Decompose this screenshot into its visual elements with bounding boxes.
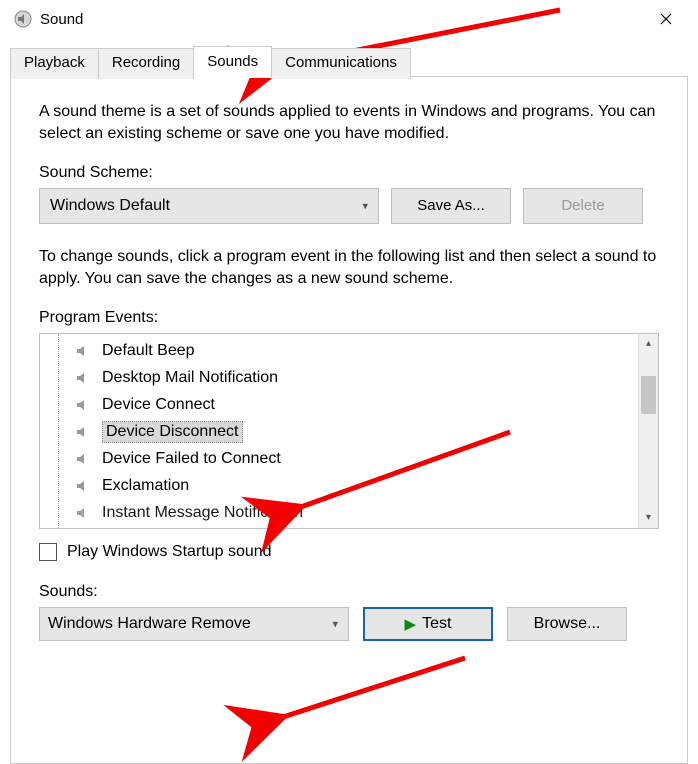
sounds-label: Sounds:: [39, 583, 659, 601]
tab-strip: Playback Recording Sounds Communications: [10, 46, 698, 77]
event-item[interactable]: Device Failed to Connect: [40, 446, 638, 473]
scroll-down-button[interactable]: ▾: [639, 508, 658, 528]
event-label: Desktop Mail Notification: [102, 369, 278, 387]
sound-icon: [74, 371, 94, 385]
sound-icon: [74, 425, 94, 439]
event-label: Default Beep: [102, 342, 195, 360]
close-button[interactable]: [646, 4, 686, 34]
event-item[interactable]: Desktop Mail Notification: [40, 365, 638, 392]
program-events-list[interactable]: Default Beep Desktop Mail Notification D…: [39, 333, 659, 529]
change-description: To change sounds, click a program event …: [39, 246, 659, 291]
save-as-button[interactable]: Save As...: [391, 188, 511, 224]
event-item[interactable]: Device Connect: [40, 392, 638, 419]
tab-communications[interactable]: Communications: [271, 48, 411, 79]
tab-recording[interactable]: Recording: [98, 48, 194, 79]
event-item[interactable]: Default Beep: [40, 338, 638, 365]
sound-icon: [74, 479, 94, 493]
event-item[interactable]: Instant Message Notification: [40, 500, 638, 527]
titlebar: Sound: [0, 0, 698, 38]
theme-description: A sound theme is a set of sounds applied…: [39, 101, 659, 146]
list-viewport: Default Beep Desktop Mail Notification D…: [40, 334, 638, 528]
list-scrollbar[interactable]: ▴ ▾: [638, 334, 658, 528]
event-item[interactable]: Exclamation: [40, 473, 638, 500]
sound-icon: [74, 452, 94, 466]
scroll-thumb[interactable]: [641, 376, 656, 414]
sound-icon: [74, 398, 94, 412]
scroll-up-button[interactable]: ▴: [639, 334, 658, 354]
event-label: Exclamation: [102, 477, 189, 495]
close-icon: [660, 13, 672, 25]
sound-icon: [74, 344, 94, 358]
startup-sound-checkbox[interactable]: [39, 543, 57, 561]
sound-file-value: Windows Hardware Remove: [48, 615, 251, 633]
delete-button: Delete: [523, 188, 643, 224]
window-title: Sound: [40, 11, 83, 28]
sounds-panel: A sound theme is a set of sounds applied…: [10, 76, 688, 764]
events-label: Program Events:: [39, 309, 659, 327]
speaker-app-icon: [14, 10, 32, 28]
event-label: Device Disconnect: [102, 421, 243, 443]
event-label: Device Failed to Connect: [102, 450, 281, 468]
play-icon: ▶: [405, 615, 417, 633]
sound-icon: [74, 506, 94, 520]
event-item-selected[interactable]: Device Disconnect: [40, 419, 638, 446]
scheme-label: Sound Scheme:: [39, 164, 659, 182]
test-button[interactable]: ▶ Test: [363, 607, 493, 641]
scheme-combo[interactable]: Windows Default ▾: [39, 188, 379, 224]
tree-guide-line: [58, 334, 59, 528]
chevron-down-icon: ▾: [362, 199, 368, 212]
event-label: Device Connect: [102, 396, 215, 414]
tab-playback[interactable]: Playback: [10, 48, 99, 79]
tab-sounds[interactable]: Sounds: [193, 46, 272, 77]
browse-button[interactable]: Browse...: [507, 607, 627, 641]
event-label: Instant Message Notification: [102, 504, 303, 522]
scheme-value: Windows Default: [50, 197, 170, 215]
sound-file-combo[interactable]: Windows Hardware Remove ▾: [39, 607, 349, 641]
chevron-down-icon: ▾: [332, 617, 338, 630]
startup-sound-label: Play Windows Startup sound: [67, 543, 272, 561]
